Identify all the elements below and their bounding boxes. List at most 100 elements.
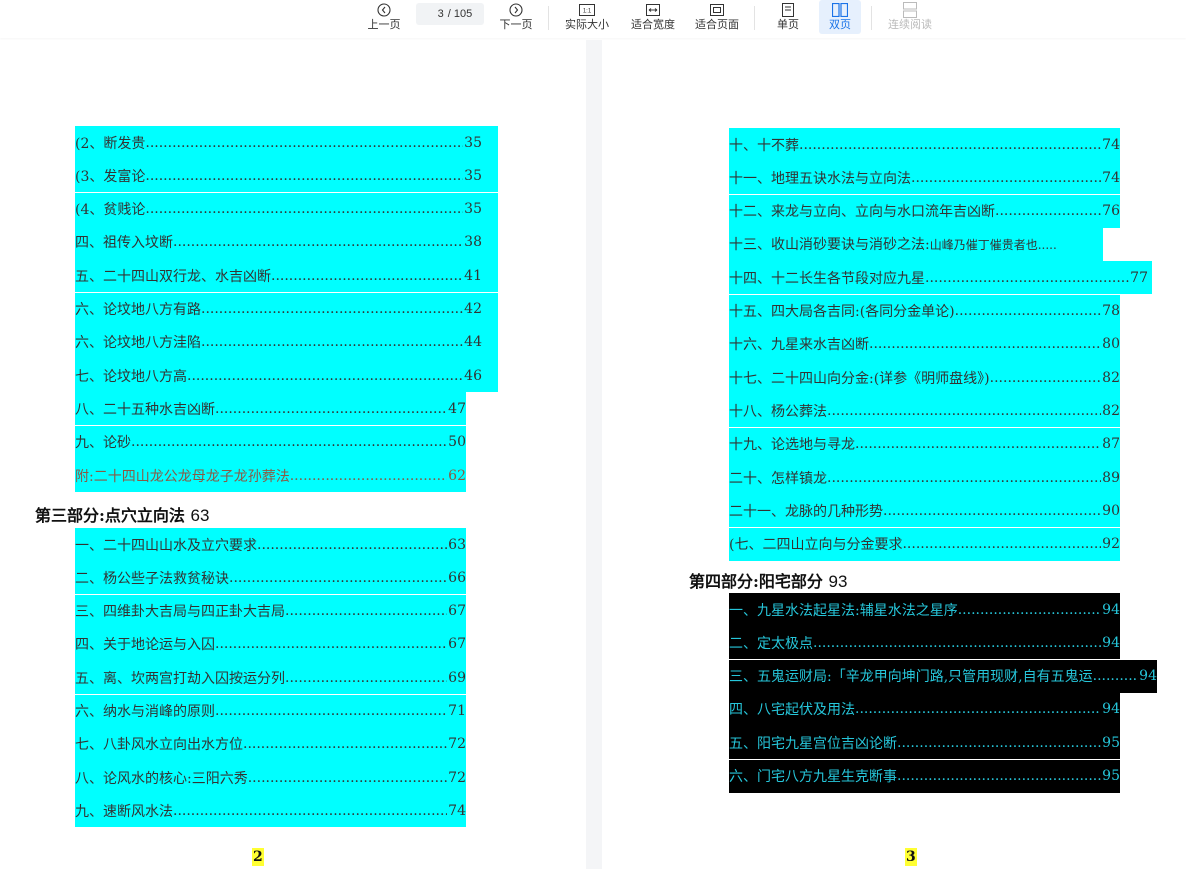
toc-entry-title: 五、离、坎两宫打劫入囚按运分列 (75, 670, 285, 687)
toc-entry-page: 74 (1102, 136, 1120, 153)
toc-entry[interactable]: 十一、地理五诀水法与立向法 74 (729, 161, 1120, 195)
toc-entry-page: 72 (448, 769, 466, 786)
toc-entry-title: 九、论砂 (75, 435, 131, 452)
heading-page-number: 63 (190, 506, 210, 525)
toc-entry[interactable]: 九、速断风水法 74 (75, 794, 466, 828)
toc-leader-dots (215, 636, 447, 652)
toc-entry-title: 六、论坟地八方有路 (75, 302, 201, 318)
toc-entry[interactable]: 附:二十四山龙公龙母龙子龙孙葬法 62 (75, 459, 466, 492)
toc-entry[interactable]: 七、八卦风水立向出水方位 72 (75, 727, 466, 761)
toc-leader-dots (883, 503, 1101, 519)
toc-entry[interactable]: (2、断发贵 35 (75, 126, 498, 159)
actual-size-icon: 1:1 (579, 1, 595, 19)
next-page-button[interactable]: 下一页 (498, 0, 534, 36)
toc-entry[interactable]: 十五、四大局各吉同:(各同分金单论) 78 (729, 294, 1120, 328)
toc-entry[interactable]: 五、二十四山双行龙、水吉凶断 41 (75, 259, 498, 293)
toc-entry-title: 五、二十四山双行龙、水吉凶断 (75, 268, 271, 285)
toc-entry[interactable]: (4、贫贱论 35 (75, 192, 498, 226)
toc-entry[interactable]: 九、论砂 50 (75, 425, 466, 459)
toc-leader-dots (257, 537, 447, 553)
toc-entry-title: 七、八卦风水立向出水方位 (75, 737, 243, 754)
next-page-label: 下一页 (499, 19, 533, 31)
toc-leader-dots (145, 201, 463, 217)
page-number-right: 3 (905, 848, 917, 866)
toc-entry-page: 66 (448, 569, 466, 586)
continuous-read-icon (903, 1, 917, 19)
toc-entry-page: 63 (448, 536, 466, 553)
toc-entry[interactable]: 四、八宅起伏及用法 94 (729, 692, 1120, 726)
double-page-label: 双页 (829, 19, 851, 31)
toc-entry[interactable]: 五、阳宅九星宫位吉凶论断 95 (729, 726, 1120, 760)
chevron-right-circle-icon (509, 1, 523, 19)
toc-entry-page: 95 (1102, 768, 1120, 784)
toc-entry[interactable]: 十二、来龙与立向、立向与水口流年吉凶断 76 (729, 194, 1120, 228)
toc-leader-dots (897, 768, 1101, 784)
toc-leader-dots (911, 170, 1101, 186)
toc-entry[interactable]: 五、离、坎两宫打劫入囚按运分列 69 (75, 661, 466, 695)
continuous-read-button[interactable]: 连续阅读 (886, 0, 934, 36)
toc-leader-dots (229, 570, 447, 586)
toc-leader-dots (173, 234, 463, 250)
toc-entry[interactable]: 十七、二十四山向分金:(详参《明师盘线》) 82 (729, 361, 1120, 395)
toc-entry[interactable]: 十四、十二长生各节段对应九星 77 (729, 261, 1152, 295)
toc-entry-title: 三、四维卦大吉局与四正卦大吉局 (75, 604, 285, 621)
toc-entry[interactable]: 六、论坟地八方洼陷 44 (75, 325, 498, 359)
toc-leader-dots (243, 736, 447, 752)
toc-entry-title: 十九、论选地与寻龙 (729, 437, 855, 454)
toc-entry[interactable]: 十九、论选地与寻龙 87 (729, 427, 1120, 461)
toc-entry[interactable]: 六、论坟地八方有路 42 (75, 292, 498, 326)
toc-entry[interactable]: 八、二十五种水吉凶断 47 (75, 392, 466, 426)
toc-entry[interactable]: 二十一、龙脉的几种形势 90 (729, 494, 1120, 528)
toc-entry[interactable]: 十六、九星来水吉凶断 80 (729, 327, 1120, 361)
toc-entry[interactable]: 二十、怎样镇龙 89 (729, 461, 1120, 494)
toc-entry-page: 50 (448, 434, 466, 451)
heading-text: 第四部分:阳宅部分 (689, 572, 829, 591)
section-heading-part4: 第四部分:阳宅部分 93 (689, 568, 847, 592)
toc-entry[interactable]: 六、纳水与消峰的原则 71 (75, 694, 466, 728)
current-page-input[interactable] (427, 8, 444, 20)
toc-entry-title: (4、贫贱论 (75, 202, 146, 219)
toc-entry[interactable]: 二、定太极点 94 (729, 626, 1120, 660)
toc-entry[interactable]: 一、九星水法起星法:辅星水法之星序 94 (729, 593, 1120, 626)
toc-leader-dots (248, 770, 447, 786)
toc-entry[interactable]: 一、二十四山山水及立穴要求 63 (75, 528, 466, 561)
toc-entry-page: 74 (1102, 169, 1120, 186)
single-page-button[interactable]: 单页 (770, 0, 806, 36)
toc-entry[interactable]: 二、杨公些子法救贫秘诀 66 (75, 561, 466, 595)
toc-leader-dots (187, 368, 463, 384)
toc-entry[interactable]: 十八、杨公葬法 82 (729, 394, 1120, 428)
total-pages: / 105 (447, 8, 473, 20)
toc-entry-title: (3、发富论 (75, 168, 146, 185)
toc-entry[interactable]: (七、二四山立向与分金要求 92 (729, 527, 1120, 561)
viewer-toolbar: 上一页 / 105 下一页 1:1 实际大小 适合宽度 适合页面 单页 (0, 0, 1186, 38)
toc-entry-page: 89 (1102, 469, 1120, 486)
double-page-button[interactable]: 双页 (819, 0, 861, 34)
page-number-left: 2 (252, 848, 264, 866)
toc-entry[interactable]: 三、四维卦大吉局与四正卦大吉局 67 (75, 594, 466, 628)
toc-entry-page: 95 (1102, 734, 1120, 751)
fit-page-button[interactable]: 适合页面 (693, 0, 741, 36)
toc-leader-dots (799, 137, 1101, 153)
toc-entry-page: 76 (1102, 203, 1120, 220)
toc-entry-page: 80 (1102, 336, 1120, 353)
toc-entry[interactable]: 八、论风水的核心:三阳六秀 72 (75, 761, 466, 795)
toc-entry[interactable]: 十、十不葬 74 (729, 128, 1120, 161)
prev-page-button[interactable]: 上一页 (366, 0, 402, 36)
fit-page-label: 适合页面 (695, 19, 739, 31)
toc-entry[interactable]: 七、论坟地八方高 46 (75, 359, 498, 393)
toc-entry[interactable]: 四、祖传入坟断 38 (75, 225, 498, 259)
fit-width-button[interactable]: 适合宽度 (629, 0, 677, 36)
toc-entry[interactable]: 十三、收山消砂要诀与消砂之法: 山峰乃催丁催贵者也..... (729, 227, 1103, 261)
toc-entry[interactable]: 四、关于地论运与入囚 67 (75, 627, 466, 661)
actual-size-button[interactable]: 1:1 实际大小 (563, 0, 611, 36)
toc-entry[interactable]: (3、发富论 35 (75, 159, 498, 193)
fit-width-icon (646, 1, 660, 19)
toc-entry[interactable]: 三、五鬼运财局:「辛龙甲向坤门路,只管用现财,自有五鬼运 94 (729, 659, 1157, 693)
toc-entry-page: 38 (464, 234, 482, 251)
toc-entry-page: 71 (448, 703, 466, 719)
toc-entry-page: 35 (464, 134, 482, 151)
toc-leader-dots (271, 268, 463, 284)
toc-entry-page: 69 (448, 669, 466, 686)
toc-entry[interactable]: 六、门宅八方九星生克断事 95 (729, 759, 1120, 793)
heading-text: 第三部分:点穴立向法 (35, 506, 191, 525)
